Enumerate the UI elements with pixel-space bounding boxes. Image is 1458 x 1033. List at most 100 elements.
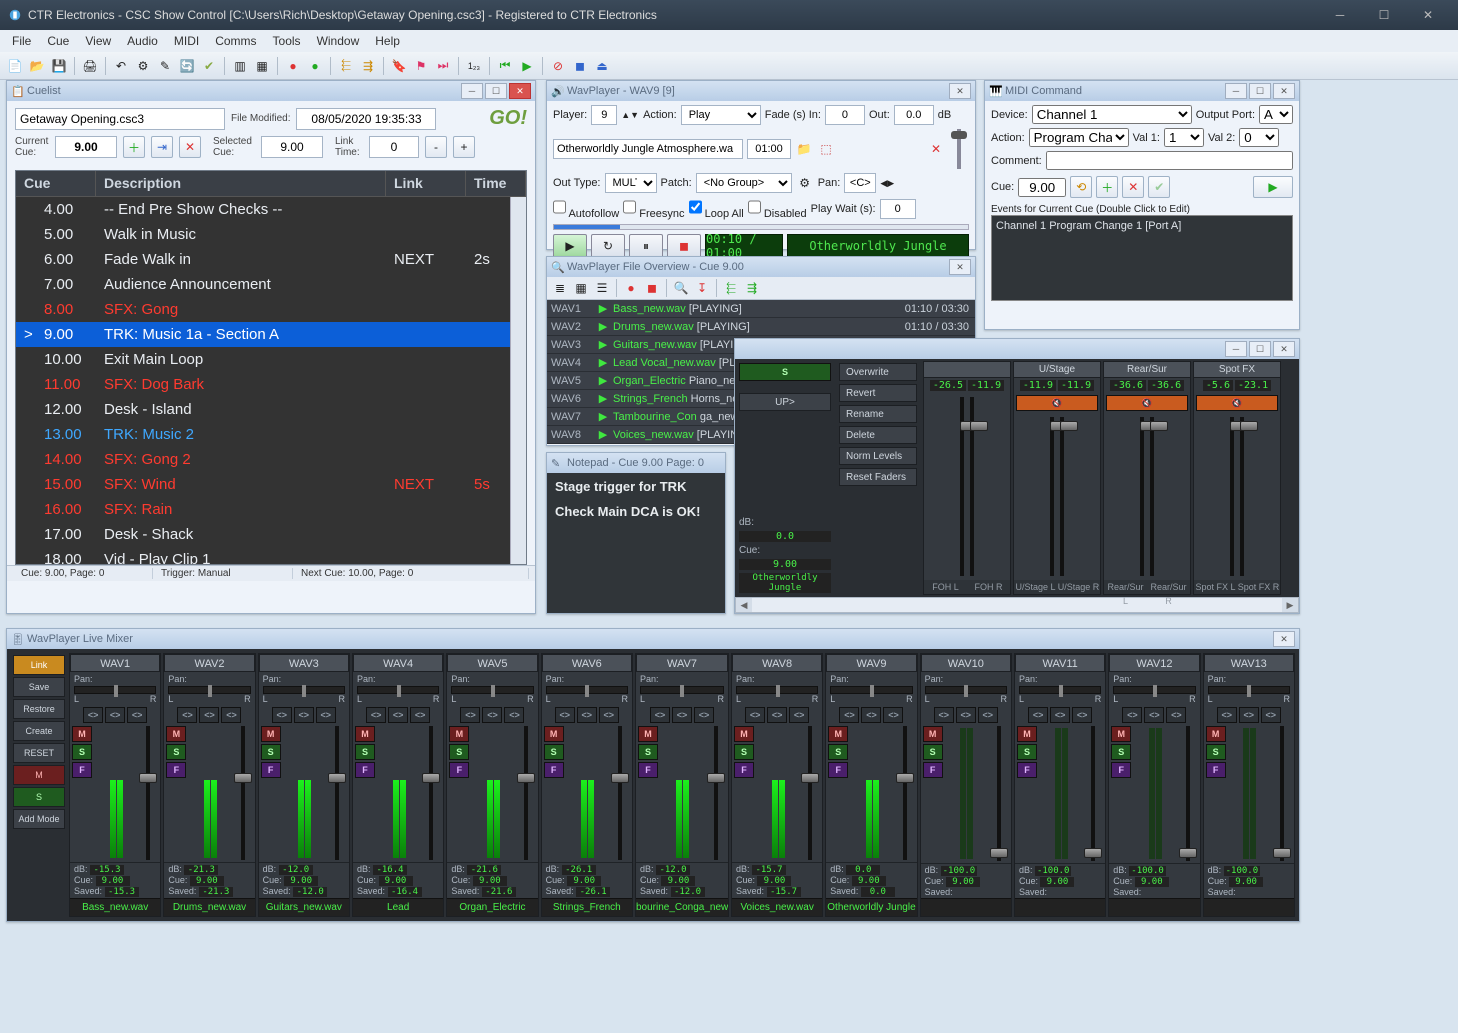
solo-button[interactable]: S: [638, 744, 658, 760]
minimize-button[interactable]: ─: [1318, 0, 1362, 30]
send-button[interactable]: <>: [1261, 707, 1281, 723]
mixer-side-button[interactable]: Add Mode: [13, 809, 65, 829]
bus-fader[interactable]: [960, 397, 964, 576]
autofollow-check[interactable]: Autofollow: [553, 197, 619, 220]
mute-icon[interactable]: 🔇: [1016, 395, 1098, 411]
solo-button[interactable]: S: [166, 744, 186, 760]
bookmark-icon[interactable]: 🔖: [390, 57, 408, 75]
new-file-icon[interactable]: 📄: [6, 57, 24, 75]
mute-icon[interactable]: 🔇: [1106, 395, 1188, 411]
send-button[interactable]: <>: [221, 707, 241, 723]
bus-fader[interactable]: [1060, 417, 1064, 576]
bus-action-button[interactable]: Reset Faders: [839, 468, 917, 486]
send-button[interactable]: <>: [745, 707, 765, 723]
cue-row[interactable]: 11.00 SFX: Dog Bark: [16, 372, 526, 397]
solo-button[interactable]: S: [923, 744, 943, 760]
midi-add-button[interactable]: ＋: [1096, 176, 1118, 198]
send-button[interactable]: <>: [934, 707, 954, 723]
clear-icon[interactable]: ✕: [927, 140, 945, 158]
channel-fader[interactable]: [138, 726, 158, 860]
send-button[interactable]: <>: [861, 707, 881, 723]
playwait-field[interactable]: [880, 199, 916, 219]
cancel-icon[interactable]: ⊘: [549, 57, 567, 75]
link-time-field[interactable]: [369, 136, 419, 158]
sort-icon[interactable]: ↧: [693, 279, 711, 297]
play-green-icon[interactable]: ▶: [518, 57, 536, 75]
fx-button[interactable]: F: [1111, 762, 1131, 778]
mute-button[interactable]: M: [544, 726, 564, 742]
channel-fader[interactable]: [1272, 726, 1292, 861]
grid-icon[interactable]: ▦: [253, 57, 271, 75]
outtype-select[interactable]: MULTI: [605, 173, 657, 193]
fx-button[interactable]: F: [72, 762, 92, 778]
send-button[interactable]: <>: [105, 707, 125, 723]
send-button[interactable]: <>: [316, 707, 336, 723]
align-left-icon[interactable]: ⬱: [722, 279, 740, 297]
panel-minimize-button[interactable]: ─: [1225, 341, 1247, 357]
pan-slider[interactable]: [1113, 686, 1195, 694]
pan-slider[interactable]: [1208, 686, 1290, 694]
send-button[interactable]: <>: [789, 707, 809, 723]
pan-slider[interactable]: [546, 686, 628, 694]
comment-field[interactable]: [1046, 151, 1293, 170]
solo-button[interactable]: S: [72, 744, 92, 760]
midi-delete-button[interactable]: ✕: [1122, 176, 1144, 198]
pause-button[interactable]: ⏸: [629, 234, 663, 258]
loopall-check[interactable]: Loop All: [689, 197, 744, 220]
send-button[interactable]: <>: [978, 707, 998, 723]
solo-button[interactable]: S: [1206, 744, 1226, 760]
cue-row[interactable]: 10.00 Exit Main Loop: [16, 347, 526, 372]
send-button[interactable]: <>: [460, 707, 480, 723]
mute-button[interactable]: M: [1206, 726, 1226, 742]
send-button[interactable]: <>: [694, 707, 714, 723]
panel-minimize-button[interactable]: ─: [461, 83, 483, 99]
mute-button[interactable]: M: [638, 726, 658, 742]
channel-fader[interactable]: [421, 726, 441, 860]
channel-fader[interactable]: [610, 726, 630, 860]
channel-fader[interactable]: [327, 726, 347, 860]
menu-tools[interactable]: Tools: [265, 32, 309, 50]
flag-icon[interactable]: ⚑: [412, 57, 430, 75]
stop-button[interactable]: ◼: [667, 234, 701, 258]
mute-button[interactable]: M: [734, 726, 754, 742]
fx-button[interactable]: F: [828, 762, 848, 778]
go-green-icon[interactable]: ●: [306, 57, 324, 75]
play-button[interactable]: ▶: [553, 234, 587, 258]
bus-fader[interactable]: [1050, 417, 1054, 576]
send-button[interactable]: <>: [839, 707, 859, 723]
channel-fader[interactable]: [1178, 726, 1198, 861]
pan-slider[interactable]: [1019, 686, 1101, 694]
solo-button[interactable]: S: [828, 744, 848, 760]
midi-events-list[interactable]: Channel 1 Program Change 1 [Port A]: [991, 215, 1293, 301]
undo-icon[interactable]: ↶: [112, 57, 130, 75]
mixer-side-button[interactable]: M: [13, 765, 65, 785]
pan-slider[interactable]: [263, 686, 345, 694]
panel-close-button[interactable]: ✕: [509, 83, 531, 99]
panel-maximize-button[interactable]: ☐: [485, 83, 507, 99]
link-time-dec[interactable]: -: [425, 136, 447, 158]
fx-button[interactable]: F: [544, 762, 564, 778]
step-back-icon[interactable]: ⏮: [496, 57, 514, 75]
browse-icon[interactable]: 📁: [795, 140, 813, 158]
keypad-icon[interactable]: 1₂₃: [465, 57, 483, 75]
seq-left-icon[interactable]: ⬱: [337, 57, 355, 75]
midi-cue-field[interactable]: [1018, 178, 1066, 197]
mute-button[interactable]: M: [355, 726, 375, 742]
cuelist-filename-field[interactable]: [15, 108, 225, 130]
bus-fader[interactable]: [1230, 417, 1234, 576]
solo-button[interactable]: S: [1111, 744, 1131, 760]
volume-fader[interactable]: [949, 129, 969, 169]
panel-close-button[interactable]: ✕: [949, 83, 971, 99]
panel-maximize-button[interactable]: ☐: [1249, 341, 1271, 357]
panel-close-button[interactable]: ✕: [1273, 631, 1295, 647]
channel-fader[interactable]: [800, 726, 820, 860]
midi-action-select[interactable]: Program Change: [1029, 128, 1129, 147]
mixer-side-button[interactable]: Create: [13, 721, 65, 741]
panel-close-button[interactable]: ✕: [949, 259, 971, 275]
mixer-side-button[interactable]: RESET: [13, 743, 65, 763]
mixer-side-button[interactable]: S: [13, 787, 65, 807]
mixer-side-button[interactable]: Link: [13, 655, 65, 675]
send-button[interactable]: <>: [388, 707, 408, 723]
view-detail-icon[interactable]: ☰: [593, 279, 611, 297]
pan-slider[interactable]: [168, 686, 250, 694]
